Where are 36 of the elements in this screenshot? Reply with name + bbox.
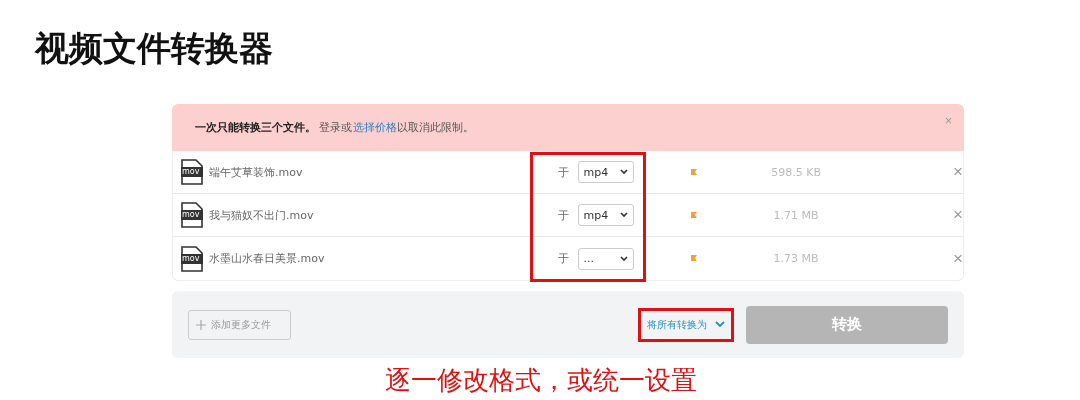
file-name: 端午艾草装饰.mov [209,164,304,180]
file-size: 1.71 MB [772,208,820,222]
format-prefix: 于 [557,164,570,180]
plus-icon [196,319,206,330]
format-prefix: 于 [557,251,570,266]
file-type-label: mov [182,253,200,264]
file-name: 我与猫奴不出门.mov [209,207,315,223]
remove-button[interactable]: × [953,248,963,269]
alert-message: 一次只能转换三个文件。 登录或选择价格以取消此限制。 [195,120,475,135]
close-button[interactable]: × [945,114,952,128]
chevron-down-icon [620,169,629,175]
convert-all-dropdown[interactable]: 将所有转换为 [647,313,725,336]
file-name: 水墨山水春日美景.mov [209,251,326,266]
flag-icon [691,168,698,176]
format-select[interactable]: mp4 [577,161,635,183]
format-select[interactable]: ... [577,247,635,270]
chevron-down-icon [620,212,629,218]
file-icon [181,245,203,272]
chevron-down-icon [715,321,725,328]
file-type-label: mov [182,167,200,177]
chevron-down-icon [620,255,629,262]
flag-icon [691,255,698,262]
flag-icon [691,211,698,219]
pricing-link[interactable]: 选择价格 [352,121,397,134]
file-size: 598.5 KB [770,165,822,179]
file-icon [181,159,203,185]
annotation-caption: 逐一修改格式，或统一设置 [385,364,698,396]
file-icon [181,202,203,228]
page-title: 视频文件转换器 [33,27,274,70]
file-type-label: mov [182,210,200,220]
remove-button[interactable]: × [953,162,963,182]
format-prefix: 于 [557,207,570,223]
add-files-button[interactable]: 添加更多文件 [188,309,291,340]
file-size: 1.73 MB [772,252,820,265]
remove-button[interactable]: × [953,205,963,225]
format-select[interactable]: mp4 [577,204,635,226]
